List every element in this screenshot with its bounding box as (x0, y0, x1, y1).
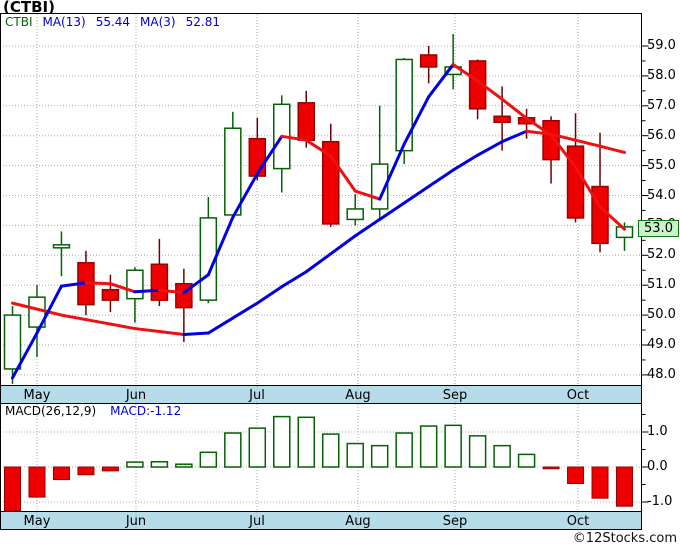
chart-legend: CTBI MA(13) 55.44 MA(3) 52.81 (5, 15, 220, 29)
macd-bar-positive (419, 425, 438, 468)
macd-bar-positive (370, 444, 389, 468)
macd-bar-positive (468, 435, 487, 468)
price-axis-label: 55.0 (647, 157, 676, 173)
month-label: Jun (125, 514, 147, 529)
macd-axis-label: -1.0 (647, 494, 673, 509)
legend-ma13-label: MA(13) (42, 15, 86, 29)
macd-panel-bg (0, 403, 642, 512)
price-axis-label: 51.0 (647, 277, 676, 293)
month-label: May (23, 387, 51, 403)
macd-bar-positive (273, 415, 291, 468)
candle-body (52, 244, 71, 249)
candle-body (566, 145, 585, 219)
watermark-link[interactable]: ©12Stocks.com (573, 531, 677, 546)
macd-bar-negative (591, 466, 609, 499)
month-label: May (23, 514, 51, 529)
candle-body (126, 269, 144, 300)
month-label: Aug (345, 387, 371, 403)
price-axis-label: 57.0 (647, 97, 676, 113)
candle-body (101, 288, 120, 301)
macd-bar-negative (567, 466, 585, 484)
macd-bar-positive (493, 444, 511, 468)
price-axis-label: 48.0 (647, 366, 676, 382)
macd-bar-positive (444, 424, 462, 468)
candle-body (419, 54, 438, 68)
candle-body (224, 127, 242, 216)
macd-bar-positive (175, 463, 193, 468)
macd-reading: MACD:-1.12 (110, 404, 182, 418)
macd-bar-positive (126, 461, 144, 468)
candle-body (346, 208, 364, 221)
candle-body (297, 102, 316, 141)
macd-bar-negative (616, 466, 633, 507)
candle-body (493, 115, 511, 123)
candle-body (395, 58, 413, 152)
month-band-rect (0, 511, 642, 530)
month-label: Aug (345, 514, 371, 529)
month-label: Oct (566, 514, 590, 529)
month-label: Sep (442, 387, 468, 403)
macd-bar-positive (199, 451, 218, 468)
month-label: Oct (566, 387, 590, 403)
macd-axis-label: 0.0 (647, 459, 668, 474)
macd-axis-label: 1.0 (647, 424, 668, 439)
price-axis-label: 59.0 (647, 38, 676, 53)
macd-bar-negative (542, 466, 560, 470)
chart-canvas (0, 13, 649, 530)
macd-bar-negative (77, 466, 95, 476)
stock-chart-page: (CTBI) CTBI MA(13) 55.44 MA(3) 52.81 MAC… (0, 0, 680, 546)
macd-bar-positive (224, 432, 242, 468)
month-band-rect (0, 385, 642, 404)
month-label: Sep (442, 514, 468, 529)
candle-body (248, 137, 267, 177)
month-label: Jul (249, 514, 265, 529)
macd-bar-positive (321, 433, 340, 468)
month-label: Jul (249, 387, 265, 403)
candle-body (150, 263, 169, 301)
macd-bar-positive (395, 432, 413, 468)
macd-bar-negative (4, 466, 21, 512)
month-label: Jun (125, 387, 147, 403)
macd-bar-positive (297, 416, 316, 468)
price-axis-label: 49.0 (647, 337, 676, 352)
macd-indicator-label: MACD(26,12,9) (5, 404, 97, 418)
price-axis-label: 58.0 (647, 67, 676, 83)
macd-bar-positive (150, 461, 169, 468)
price-panel-bg (0, 13, 642, 386)
legend-ma3-label: MA(3) (140, 15, 176, 29)
page-title: (CTBI) (3, 0, 55, 16)
macd-bar-positive (248, 427, 267, 468)
macd-bar-positive (517, 453, 536, 468)
price-axis-label: 52.0 (647, 247, 676, 263)
macd-bar-negative (52, 466, 70, 481)
ma3-segment (133, 288, 161, 294)
macd-bar-negative (28, 466, 46, 498)
macd-bar-negative (101, 466, 119, 472)
price-axis-label: 50.0 (647, 307, 676, 323)
current-price-marker: 53.0 (638, 220, 679, 237)
macd-header: MACD(26,12,9) MACD:-1.12 (5, 404, 181, 418)
ma3-segment (84, 281, 112, 286)
ma13-segment (182, 331, 210, 337)
legend-ma3-value: 52.81 (185, 15, 220, 29)
macd-bar-positive (346, 442, 364, 468)
price-axis-label: 54.0 (647, 187, 676, 203)
candle-body (3, 314, 22, 370)
legend-symbol: CTBI (5, 15, 33, 29)
legend-ma13-value: 55.44 (95, 15, 131, 29)
price-axis-label: 56.0 (647, 127, 676, 143)
